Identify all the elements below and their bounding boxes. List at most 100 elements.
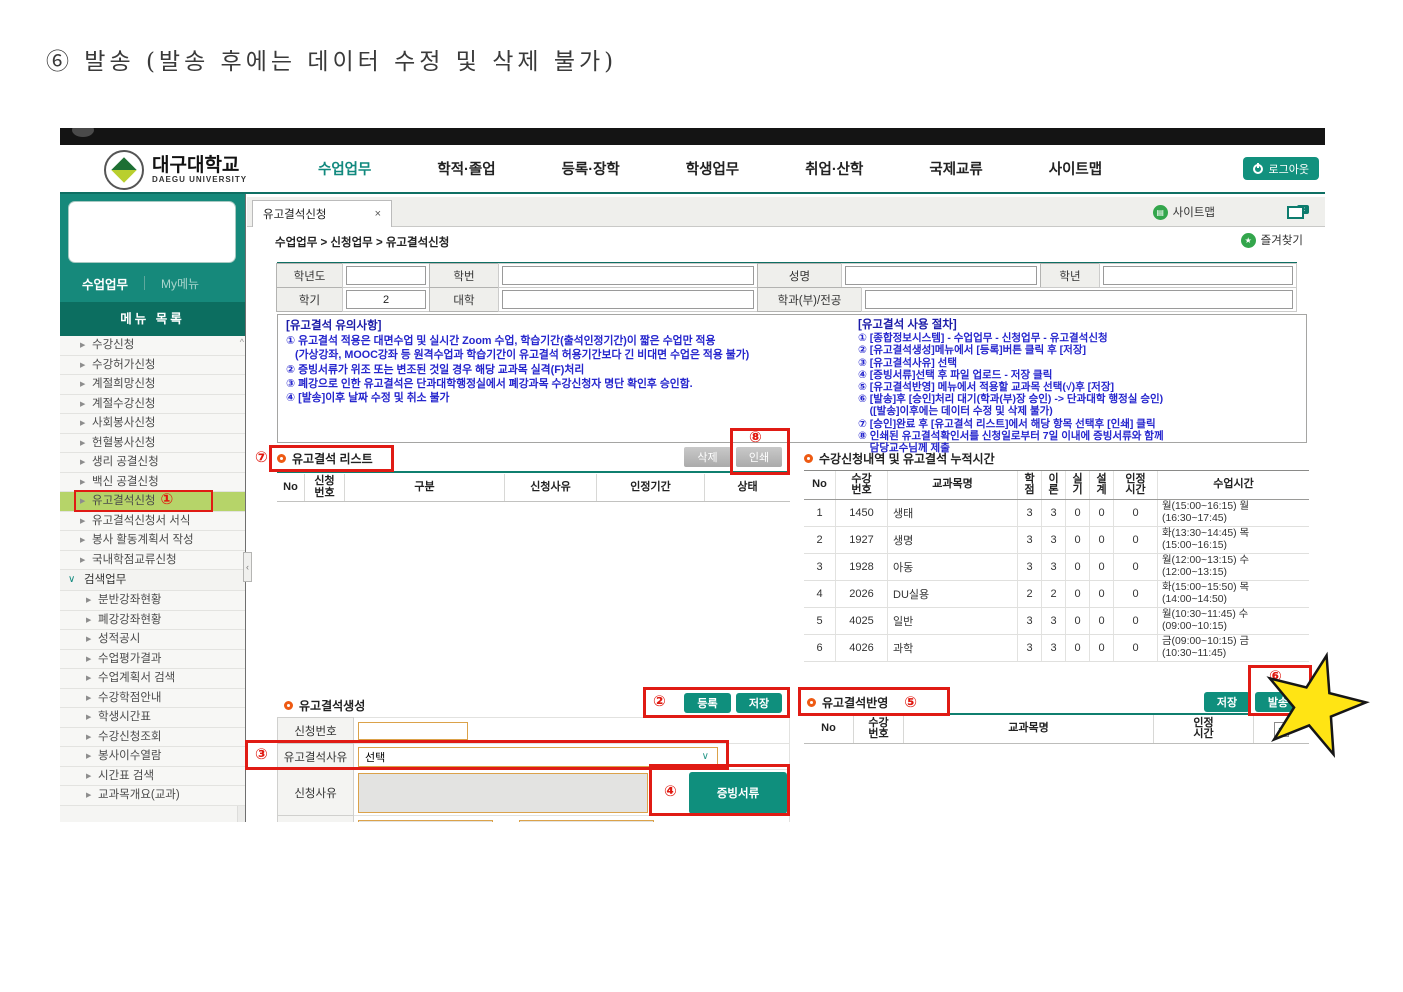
tab-close-icon[interactable]: × <box>375 208 381 220</box>
field-input[interactable]: 2 <box>346 290 426 309</box>
sidebar-group-search[interactable]: ∨검색업무 <box>60 570 245 591</box>
student-form: 학년도학번성명학년학기2대학학과(부)/전공 <box>277 262 1297 312</box>
sidebar-item[interactable]: ▶헌혈봉사신청 <box>60 434 245 454</box>
university-logo[interactable]: 대구대학교 DAEGU UNIVERSITY <box>104 150 247 190</box>
favorites-button[interactable]: ★ 즐겨찾기 <box>1241 232 1303 248</box>
sidebar-item[interactable]: ▶폐강강좌현황 <box>60 611 245 631</box>
table-cell: 0 <box>1090 527 1114 553</box>
arrow-icon: ▶ <box>80 356 85 376</box>
section-bullet-icon <box>804 454 813 463</box>
sidebar-item[interactable]: ▶국내학점교류신청 <box>60 551 245 571</box>
tab-strip: 유고결석신청 × ▤ 사이트맵 × <box>247 197 1325 227</box>
sitemap-link[interactable]: ▤ 사이트맵 <box>1153 204 1215 220</box>
university-name: 대구대학교 <box>152 156 247 175</box>
column-header: 학 점 <box>1018 471 1042 499</box>
nav-item[interactable]: 학생업무 <box>686 158 739 179</box>
sidebar-tab-mymenu[interactable]: My메뉴 <box>161 275 199 292</box>
annotation-5: ⑤ <box>904 695 917 710</box>
sidebar-item[interactable]: ▶백신 공결신청 <box>60 473 245 493</box>
field-input[interactable] <box>502 266 754 285</box>
sidebar-item[interactable]: ▶수강학점안내 <box>60 689 245 709</box>
apply-reason-textarea[interactable] <box>358 773 648 813</box>
nav-item[interactable]: 사이트맵 <box>1049 158 1102 179</box>
arrow-icon: ▶ <box>80 492 85 512</box>
page: ⑥ 발송 (발송 후에는 데이터 수정 및 삭제 불가) 대구대학교 DAEGU… <box>0 0 1403 992</box>
field-label: 성명 <box>757 263 842 288</box>
apply-no-input[interactable] <box>358 722 468 740</box>
scroll-up-icon[interactable]: ^ <box>240 337 244 347</box>
course-row: 31928아동33000월(12:00~13:15) 수(12:00~13:15… <box>804 554 1309 581</box>
tab-divider <box>144 276 145 290</box>
sidebar-item[interactable]: ▶계절수강신청 <box>60 395 245 415</box>
sidebar-item[interactable]: ▶성적공시 <box>60 630 245 650</box>
period-from-input[interactable]: ▦ <box>358 820 493 823</box>
courses-header-row: No수강 번호교과목명학 점이 론실 기설 계인정 시간수업시간 <box>804 471 1309 500</box>
sidebar-item[interactable]: ▶봉사이수열람 <box>60 747 245 767</box>
sidebar-item[interactable]: ▶수업계획서 검색 <box>60 669 245 689</box>
table-cell: 3 <box>1042 635 1066 661</box>
logout-button[interactable]: 로그아웃 <box>1243 157 1319 180</box>
sidebar-item[interactable]: ▶수강신청조회 <box>60 728 245 748</box>
browser-top-bar <box>60 128 1325 145</box>
chevron-down-icon: ∨ <box>702 751 709 762</box>
sidebar-item[interactable]: ▶생리 공결신청 <box>60 453 245 473</box>
send-button[interactable]: 발송 <box>1255 692 1301 712</box>
nav-item[interactable]: 학적·졸업 <box>437 158 495 179</box>
nav-item[interactable]: 수업업무 <box>318 158 371 179</box>
notice-right-lines: ① [종합정보시스템] - 수업업무 - 신청업무 - 유고결석신청② [유고결… <box>858 332 1164 454</box>
attachment-button[interactable]: 증빙서류 <box>689 772 787 814</box>
table-cell: 0 <box>1066 527 1090 553</box>
sidebar-item[interactable]: ▶수업평가결과 <box>60 650 245 670</box>
reflection-title: 유고결석반영 ⑤ <box>807 694 917 711</box>
annotation-3: ③ <box>255 747 268 762</box>
notice-left-lines: ① 유고결석 적용은 대면수업 및 실시간 Zoom 수업, 학습기간(출석인정… <box>286 334 749 405</box>
table-cell: 월(12:00~13:15) 수(12:00~13:15) <box>1158 554 1309 580</box>
period-to-input[interactable]: ▦ <box>519 820 654 823</box>
nav-item[interactable]: 국제교류 <box>929 158 982 179</box>
sidebar-item[interactable]: ▶시간표 검색 <box>60 767 245 787</box>
arrow-icon: ▶ <box>86 747 91 767</box>
table-cell: 생명 <box>888 527 1018 553</box>
breadcrumb-row: 수업업무 > 신청업무 > 유고결석신청 ★ 즐겨찾기 <box>247 228 1325 254</box>
sidebar-tab-classwork[interactable]: 수업업무 <box>60 274 128 293</box>
register-button[interactable]: 등록 <box>684 693 731 713</box>
sidebar-item[interactable]: ▶계절희망신청 <box>60 375 245 395</box>
sidebar-item[interactable]: ▶학생시간표 <box>60 708 245 728</box>
sidebar-item[interactable]: ▶봉사 활동계획서 작성 <box>60 531 245 551</box>
sidebar-item[interactable]: ▶유고결석신청① <box>60 492 245 512</box>
delete-button[interactable]: 삭제 <box>684 447 731 467</box>
tab-absence-application[interactable]: 유고결석신청 × <box>252 200 392 227</box>
table-cell: 월(10:30~11:45) 수(09:00~10:15) <box>1158 608 1309 634</box>
table-cell: 아동 <box>888 554 1018 580</box>
table-cell: 0 <box>1114 581 1158 607</box>
save-button-reflection[interactable]: 저장 <box>1204 692 1250 712</box>
sidebar-item[interactable]: ▶교과목개요(교과) <box>60 786 245 806</box>
sidebar-item[interactable]: ▶유고결석신청서 서식 <box>60 512 245 532</box>
table-cell: 0 <box>1066 635 1090 661</box>
table-cell: 0 <box>1114 554 1158 580</box>
nav-item[interactable]: 취업·산학 <box>805 158 863 179</box>
notice-cautions: [유고결석 유의사항] ① 유고결석 적용은 대면수업 및 실시간 Zoom 수… <box>286 319 749 405</box>
sidebar-item[interactable]: ▶수강신청 <box>60 336 245 356</box>
window-popup-icon[interactable]: × <box>1287 205 1309 219</box>
reason-select[interactable]: 선택 ∨ <box>358 747 718 767</box>
sidebar-item[interactable]: ▶사회봉사신청 <box>60 414 245 434</box>
print-button[interactable]: 인쇄 <box>736 447 782 467</box>
field-input[interactable] <box>346 266 426 285</box>
field-input[interactable] <box>845 266 1037 285</box>
table-cell: 4026 <box>836 635 888 661</box>
save-button-creation[interactable]: 저장 <box>736 693 782 713</box>
field-input[interactable] <box>1103 266 1293 285</box>
field-input[interactable] <box>502 290 754 309</box>
arrow-icon: ▶ <box>86 689 91 709</box>
sidebar-item[interactable]: ▶수강허가신청 <box>60 356 245 376</box>
student-form-row: 학년도학번성명학년 <box>277 264 1297 288</box>
column-header: No <box>804 715 854 743</box>
field-input[interactable] <box>865 290 1293 309</box>
nav-item[interactable]: 등록·장학 <box>562 158 620 179</box>
table-cell: 0 <box>1090 581 1114 607</box>
sidebar-item[interactable]: ▶분반강좌현황 <box>60 591 245 611</box>
table-cell: DU실용 <box>888 581 1018 607</box>
select-all-checkbox[interactable]: ✓ <box>1274 722 1289 737</box>
sidebar-collapse-handle[interactable]: ‹ <box>243 552 252 582</box>
